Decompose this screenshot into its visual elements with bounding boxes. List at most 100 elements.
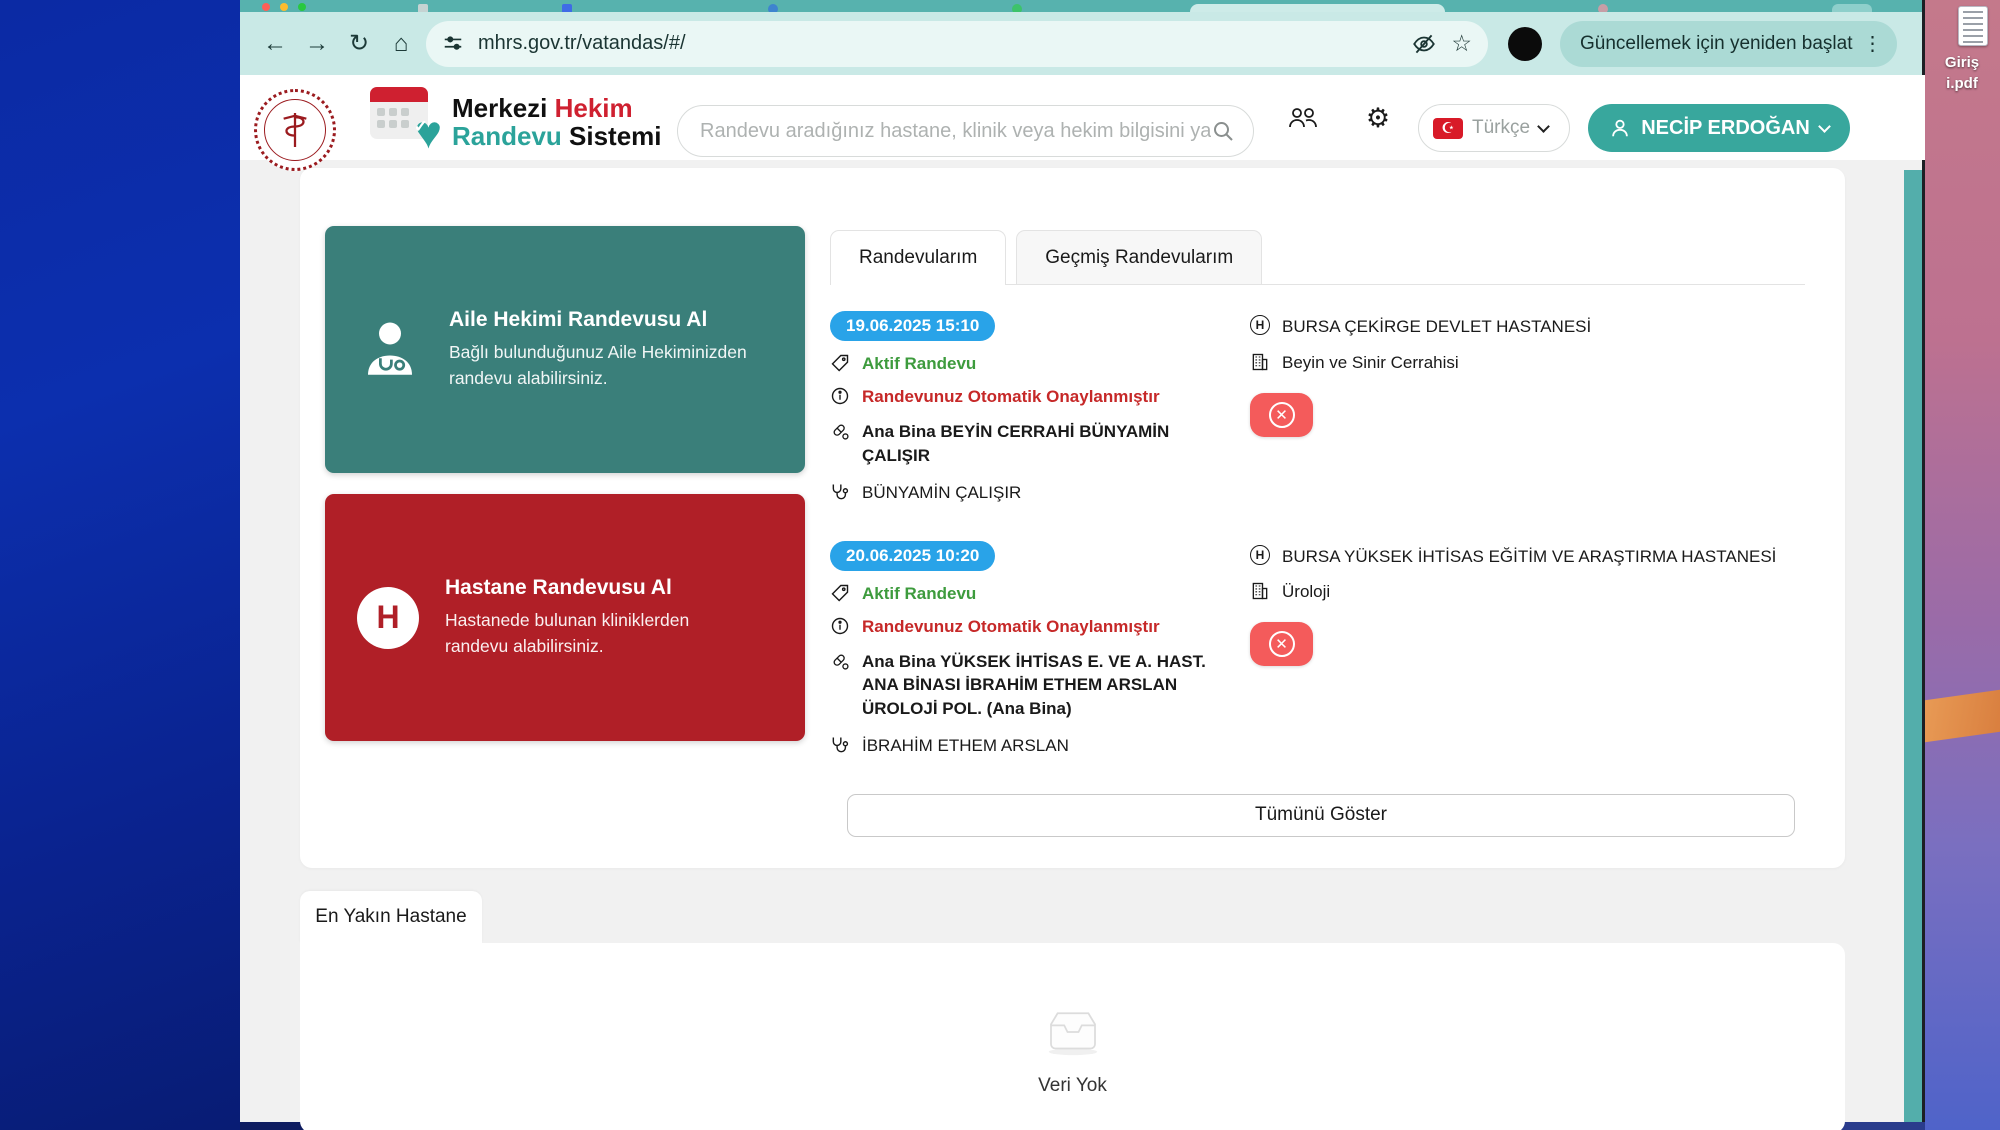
nearest-hospital-panel: Veri Yok [300,943,1845,1130]
appointment-clinic: Ana Bina YÜKSEK İHTİSAS E. VE A. HAST. A… [862,650,1214,721]
cancel-appointment-button[interactable]: ✕ [1250,393,1313,437]
url-text[interactable]: mhrs.gov.tr/vatandas/#/ [478,32,1411,55]
mhrs-logo-text: Merkezi Hekim Randevu Sistemi [452,94,662,150]
clinic-pill-icon [830,421,850,446]
close-window-button[interactable] [262,3,270,11]
address-bar[interactable]: mhrs.gov.tr/vatandas/#/ ☆ [426,21,1488,67]
tab-favicon[interactable] [562,4,572,12]
close-circle-icon: ✕ [1269,631,1295,657]
close-circle-icon: ✕ [1269,402,1295,428]
appointment-department: Üroloji [1282,580,1330,604]
home-button[interactable]: ⌂ [380,30,422,58]
doctor-icon [357,317,423,383]
new-tab-button[interactable] [1832,4,1872,12]
tune-icon[interactable] [442,33,464,55]
appointment-doctor: İBRAHİM ETHEM ARSLAN [862,734,1069,758]
family-doctor-appointment-card[interactable]: Aile Hekimi Randevusu Al Bağlı bulunduğu… [325,226,805,473]
desktop-wallpaper-right: Giriş i.pdf [1925,0,2000,1130]
search-bar[interactable] [677,105,1254,157]
tab-gecmis-randevularim[interactable]: Geçmiş Randevularım [1016,230,1262,284]
building-icon [1250,581,1270,606]
settings-gear-icon[interactable]: ⚙ [1358,103,1398,133]
search-input[interactable] [700,120,1211,143]
minimize-window-button[interactable] [280,3,288,11]
scrollbar-track[interactable] [1904,170,1922,1122]
bookmark-star-icon[interactable]: ☆ [1451,30,1472,57]
hospital-h-icon: H [357,587,419,649]
appointment-doctor: BÜNYAMİN ÇALIŞIR [862,481,1021,505]
empty-inbox-icon [1040,1008,1106,1056]
appointment-row: 20.06.2025 10:20 Aktif Randevu [830,541,1805,760]
hospital-appointment-card[interactable]: H Hastane Randevusu Al Hastanede bulunan… [325,494,805,741]
restart-to-update-button[interactable]: Güncellemek için yeniden başlat ⋮ [1560,21,1897,67]
building-icon [1250,352,1270,377]
appointment-row: 19.06.2025 15:10 Aktif Randevu [830,311,1805,507]
appointment-hospital: BURSA YÜKSEK İHTİSAS EĞİTİM VE ARAŞTIRMA… [1282,545,1776,569]
card-description: Bağlı bulunduğunuz Aile Hekiminizden ran… [449,340,759,391]
tab-en-yakin-hastane[interactable]: En Yakın Hastane [300,891,482,943]
tab-favicon[interactable] [418,4,428,12]
tag-icon [830,583,850,608]
accompanied-persons-icon[interactable] [1283,103,1323,133]
check-icon: ✓ [414,117,428,137]
main-panel: Aile Hekimi Randevusu Al Bağlı bulunduğu… [300,168,1845,868]
desktop-wallpaper-left [0,0,240,1130]
stethoscope-icon [830,735,850,760]
browser-tabstrip[interactable] [240,0,1925,12]
pdf-file-label[interactable]: Giriş i.pdf [1926,52,1998,94]
appointments-tabs: Randevularım Geçmiş Randevularım [830,230,1805,285]
card-title: Hastane Randevusu Al [445,576,755,600]
tab-favicon[interactable] [1012,4,1022,12]
browser-window: ← → ↻ ⌂ mhrs.gov.tr/vatandas/#/ ☆ [240,0,1925,1122]
desktop-screen: Giriş i.pdf ← → ↻ ⌂ [0,0,2000,1130]
eye-off-icon[interactable] [1411,31,1437,57]
forward-button[interactable]: → [296,30,338,58]
cancel-appointment-button[interactable]: ✕ [1250,622,1313,666]
appointments-area: Randevularım Geçmiş Randevularım 19.06.2… [830,230,1805,837]
no-data-label: Veri Yok [300,1075,1845,1097]
ministry-of-health-seal [254,89,336,171]
appointment-status: Aktif Randevu [862,582,976,606]
turkish-flag-icon: ☪ [1433,118,1463,139]
mhrs-logo-icon: ♥ ✓ [370,87,434,143]
tab-favicon[interactable] [768,4,778,12]
browser-toolbar: ← → ↻ ⌂ mhrs.gov.tr/vatandas/#/ ☆ [240,12,1925,75]
tab-favicon[interactable] [1598,4,1608,12]
info-icon [830,616,850,641]
appointment-clinic: Ana Bina BEYİN CERRAHİ BÜNYAMİN ÇALIŞIR [862,420,1214,468]
chevron-down-icon [1537,120,1550,133]
window-edge [1922,0,1925,1122]
appointment-note: Randevunuz Otomatik Onaylanmıştır [862,385,1160,409]
search-icon[interactable] [1211,119,1235,143]
empty-state: Veri Yok [300,1008,1845,1097]
hospital-h-icon: H [1250,545,1270,565]
language-label: Türkçe [1472,117,1530,139]
active-tab[interactable] [1190,4,1445,12]
hospital-h-icon: H [1250,315,1270,335]
clinic-pill-icon [830,651,850,676]
pdf-file-icon[interactable] [1958,6,1988,46]
language-selector[interactable]: ☪ Türkçe [1418,104,1570,152]
zoom-window-button[interactable] [298,3,306,11]
info-icon [830,386,850,411]
appointment-note: Randevunuz Otomatik Onaylanmıştır [862,615,1160,639]
mhrs-header: ♥ ✓ Merkezi Hekim Randevu Sistemi ⚙ [240,75,1925,160]
stethoscope-icon [830,482,850,507]
back-button[interactable]: ← [254,30,296,58]
appointment-department: Beyin ve Sinir Cerrahisi [1282,351,1459,375]
browser-profile-avatar[interactable] [1508,27,1542,61]
tab-randevularim[interactable]: Randevularım [830,230,1006,284]
page-body: Aile Hekimi Randevusu Al Bağlı bulunduğu… [240,160,1925,1122]
browser-menu-icon[interactable]: ⋮ [1863,31,1883,56]
person-icon [1609,117,1631,139]
appointment-hospital: BURSA ÇEKİRGE DEVLET HASTANESİ [1282,315,1591,339]
tag-icon [830,353,850,378]
show-all-button[interactable]: Tümünü Göster [847,794,1795,837]
user-name: NECİP ERDOĞAN [1641,117,1810,140]
chevron-down-icon [1818,120,1831,133]
appointment-date-badge: 20.06.2025 10:20 [830,541,995,571]
appointment-date-badge: 19.06.2025 15:10 [830,311,995,341]
reload-button[interactable]: ↻ [338,29,380,58]
user-menu-button[interactable]: NECİP ERDOĞAN [1588,104,1850,152]
card-title: Aile Hekimi Randevusu Al [449,308,759,332]
